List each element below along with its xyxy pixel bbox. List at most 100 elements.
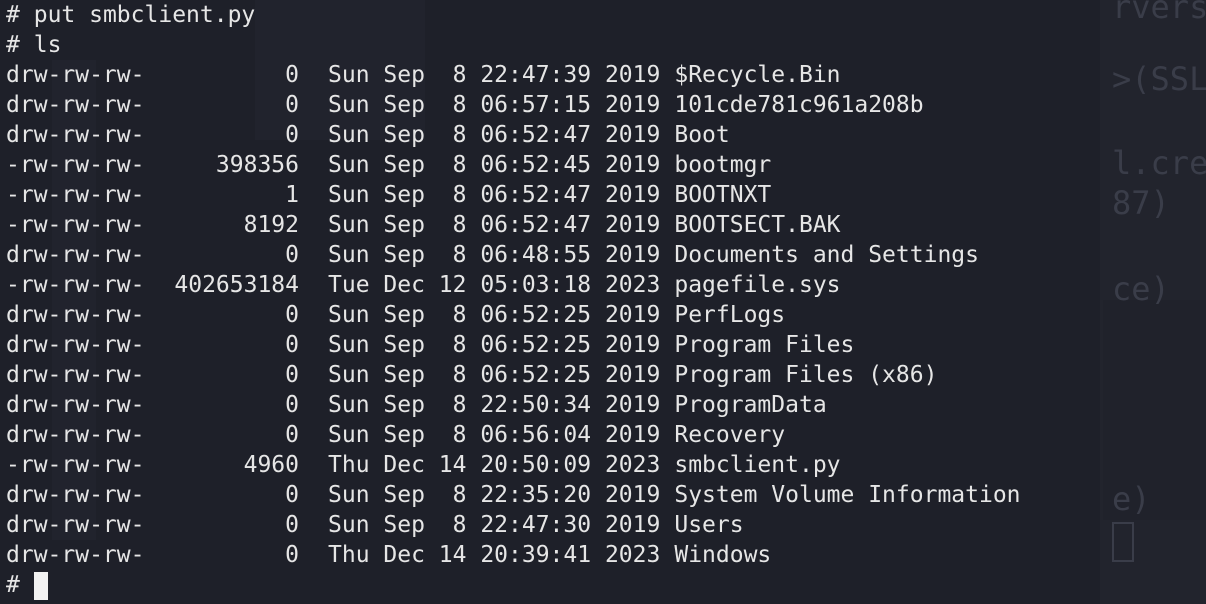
file-date: Sun Sep 8 06:52:25 2019 xyxy=(328,362,661,388)
background-ghost-text: e) xyxy=(1112,480,1151,518)
prompt-symbol: # xyxy=(6,2,20,28)
file-row: -rw-rw-rw- 402653184 Tue Dec 12 05:03:18 2… xyxy=(6,270,1021,300)
file-row: drw-rw-rw- 0 Sun Sep 8 06:57:15 2019 101cde… xyxy=(6,90,1021,120)
file-row: -rw-rw-rw- 8192 Sun Sep 8 06:52:47 2019 BOO… xyxy=(6,210,1021,240)
file-size: 0 xyxy=(285,302,299,328)
file-date: Sun Sep 8 06:52:47 2019 xyxy=(328,122,661,148)
file-permissions: drw-rw-rw- xyxy=(6,362,145,388)
file-name: Recovery xyxy=(674,422,786,448)
file-permissions: drw-rw-rw- xyxy=(6,512,145,538)
file-name: $Recycle.Bin xyxy=(674,62,841,88)
prompt-symbol: # xyxy=(6,572,20,598)
file-row: drw-rw-rw- 0 Sun Sep 8 06:56:04 2019 Recove… xyxy=(6,420,1021,450)
file-size: 0 xyxy=(285,62,299,88)
file-permissions: drw-rw-rw- xyxy=(6,422,145,448)
file-name: Boot xyxy=(674,122,730,148)
file-date: Sun Sep 8 06:52:45 2019 xyxy=(328,152,661,178)
file-size: 0 xyxy=(285,392,299,418)
file-size: 1 xyxy=(285,182,299,208)
file-name: Program Files (x86) xyxy=(674,362,938,388)
file-name: 101cde781c961a208b xyxy=(674,92,924,118)
file-date: Thu Dec 14 20:39:41 2023 xyxy=(328,542,661,568)
file-date: Sun Sep 8 06:56:04 2019 xyxy=(328,422,661,448)
file-permissions: drw-rw-rw- xyxy=(6,542,145,568)
file-name: Documents and Settings xyxy=(674,242,979,268)
terminal-output: # put smbclient.py # ls drw-rw-rw- 0 Sun S… xyxy=(6,0,1021,600)
file-row: drw-rw-rw- 0 Sun Sep 8 06:52:47 2019 Boot xyxy=(6,120,1021,150)
background-ghost-text: l.cre xyxy=(1112,144,1206,182)
file-permissions: drw-rw-rw- xyxy=(6,62,145,88)
file-size: 0 xyxy=(285,242,299,268)
file-date: Sun Sep 8 06:52:25 2019 xyxy=(328,332,661,358)
file-row: -rw-rw-rw- 1 Sun Sep 8 06:52:47 2019 BOOTNX… xyxy=(6,180,1021,210)
file-date: Sun Sep 8 06:57:15 2019 xyxy=(328,92,661,118)
file-row: drw-rw-rw- 0 Sun Sep 8 22:47:30 2019 Users xyxy=(6,510,1021,540)
command-text: put smbclient.py xyxy=(33,2,256,28)
file-name: ProgramData xyxy=(674,392,827,418)
input-line[interactable]: # xyxy=(6,570,1021,600)
file-size: 4960 xyxy=(243,452,299,478)
file-name: BOOTSECT.BAK xyxy=(674,212,841,238)
file-permissions: -rw-rw-rw- xyxy=(6,152,145,178)
file-permissions: drw-rw-rw- xyxy=(6,92,145,118)
background-ghost-text: >(SSL xyxy=(1112,60,1206,98)
command-line: # put smbclient.py xyxy=(6,0,1021,30)
file-size: 0 xyxy=(285,332,299,358)
file-size: 0 xyxy=(285,422,299,448)
file-name: Windows xyxy=(674,542,772,568)
file-name: Program Files xyxy=(674,332,855,358)
file-name: BOOTNXT xyxy=(674,182,772,208)
file-permissions: drw-rw-rw- xyxy=(6,482,145,508)
file-name: Users xyxy=(674,512,744,538)
background-ghost-text: 87) xyxy=(1112,184,1170,222)
file-size: 0 xyxy=(285,92,299,118)
file-date: Sun Sep 8 06:52:25 2019 xyxy=(328,302,661,328)
file-date: Sun Sep 8 06:48:55 2019 xyxy=(328,242,661,268)
file-row: drw-rw-rw- 0 Sun Sep 8 22:47:39 2019 $Recyc… xyxy=(6,60,1021,90)
file-row: drw-rw-rw- 0 Sun Sep 8 22:35:20 2019 System… xyxy=(6,480,1021,510)
file-size: 398356 xyxy=(215,152,299,178)
file-permissions: -rw-rw-rw- xyxy=(6,452,145,478)
background-ghost-cursor xyxy=(1112,522,1134,562)
file-size: 0 xyxy=(285,122,299,148)
background-ghost-text: rvers xyxy=(1112,0,1206,26)
file-date: Thu Dec 14 20:50:09 2023 xyxy=(328,452,661,478)
file-date: Sun Sep 8 06:52:47 2019 xyxy=(328,182,661,208)
command-text: ls xyxy=(33,32,62,58)
file-size: 8192 xyxy=(243,212,299,238)
file-date: Sun Sep 8 22:50:34 2019 xyxy=(328,392,661,418)
file-date: Sun Sep 8 22:47:39 2019 xyxy=(328,62,661,88)
file-permissions: -rw-rw-rw- xyxy=(6,272,145,298)
file-name: bootmgr xyxy=(674,152,772,178)
file-row: drw-rw-rw- 0 Sun Sep 8 06:52:25 2019 Progra… xyxy=(6,330,1021,360)
file-row: -rw-rw-rw- 4960 Thu Dec 14 20:50:09 2023 sm… xyxy=(6,450,1021,480)
file-row: drw-rw-rw- 0 Sun Sep 8 06:48:55 2019 Docume… xyxy=(6,240,1021,270)
file-permissions: drw-rw-rw- xyxy=(6,392,145,418)
file-permissions: -rw-rw-rw- xyxy=(6,212,145,238)
file-row: -rw-rw-rw- 398356 Sun Sep 8 06:52:45 2019 b… xyxy=(6,150,1021,180)
file-row: drw-rw-rw- 0 Sun Sep 8 06:52:25 2019 PerfLo… xyxy=(6,300,1021,330)
file-size: 0 xyxy=(285,542,299,568)
file-permissions: drw-rw-rw- xyxy=(6,242,145,268)
file-row: drw-rw-rw- 0 Sun Sep 8 22:50:34 2019 Progra… xyxy=(6,390,1021,420)
file-name: pagefile.sys xyxy=(674,272,841,298)
file-permissions: drw-rw-rw- xyxy=(6,332,145,358)
file-date: Sun Sep 8 06:52:47 2019 xyxy=(328,212,661,238)
background-ghost-text: ce) xyxy=(1112,270,1170,308)
command-line: # ls xyxy=(6,30,1021,60)
file-name: System Volume Information xyxy=(674,482,1021,508)
file-permissions: -rw-rw-rw- xyxy=(6,182,145,208)
file-row: drw-rw-rw- 0 Sun Sep 8 06:52:25 2019 Progra… xyxy=(6,360,1021,390)
file-date: Tue Dec 12 05:03:18 2023 xyxy=(328,272,661,298)
file-permissions: drw-rw-rw- xyxy=(6,122,145,148)
file-size: 402653184 xyxy=(174,272,299,298)
prompt-symbol: # xyxy=(6,32,20,58)
terminal-window[interactable]: rvers >(SSL l.cre 87) ce) e) # put smbcl… xyxy=(0,0,1206,604)
terminal-cursor xyxy=(33,571,48,600)
file-size: 0 xyxy=(285,512,299,538)
file-size: 0 xyxy=(285,362,299,388)
file-date: Sun Sep 8 22:47:30 2019 xyxy=(328,512,661,538)
file-date: Sun Sep 8 22:35:20 2019 xyxy=(328,482,661,508)
file-permissions: drw-rw-rw- xyxy=(6,302,145,328)
file-listing: drw-rw-rw- 0 Sun Sep 8 22:47:39 2019 $Recyc… xyxy=(6,60,1021,570)
